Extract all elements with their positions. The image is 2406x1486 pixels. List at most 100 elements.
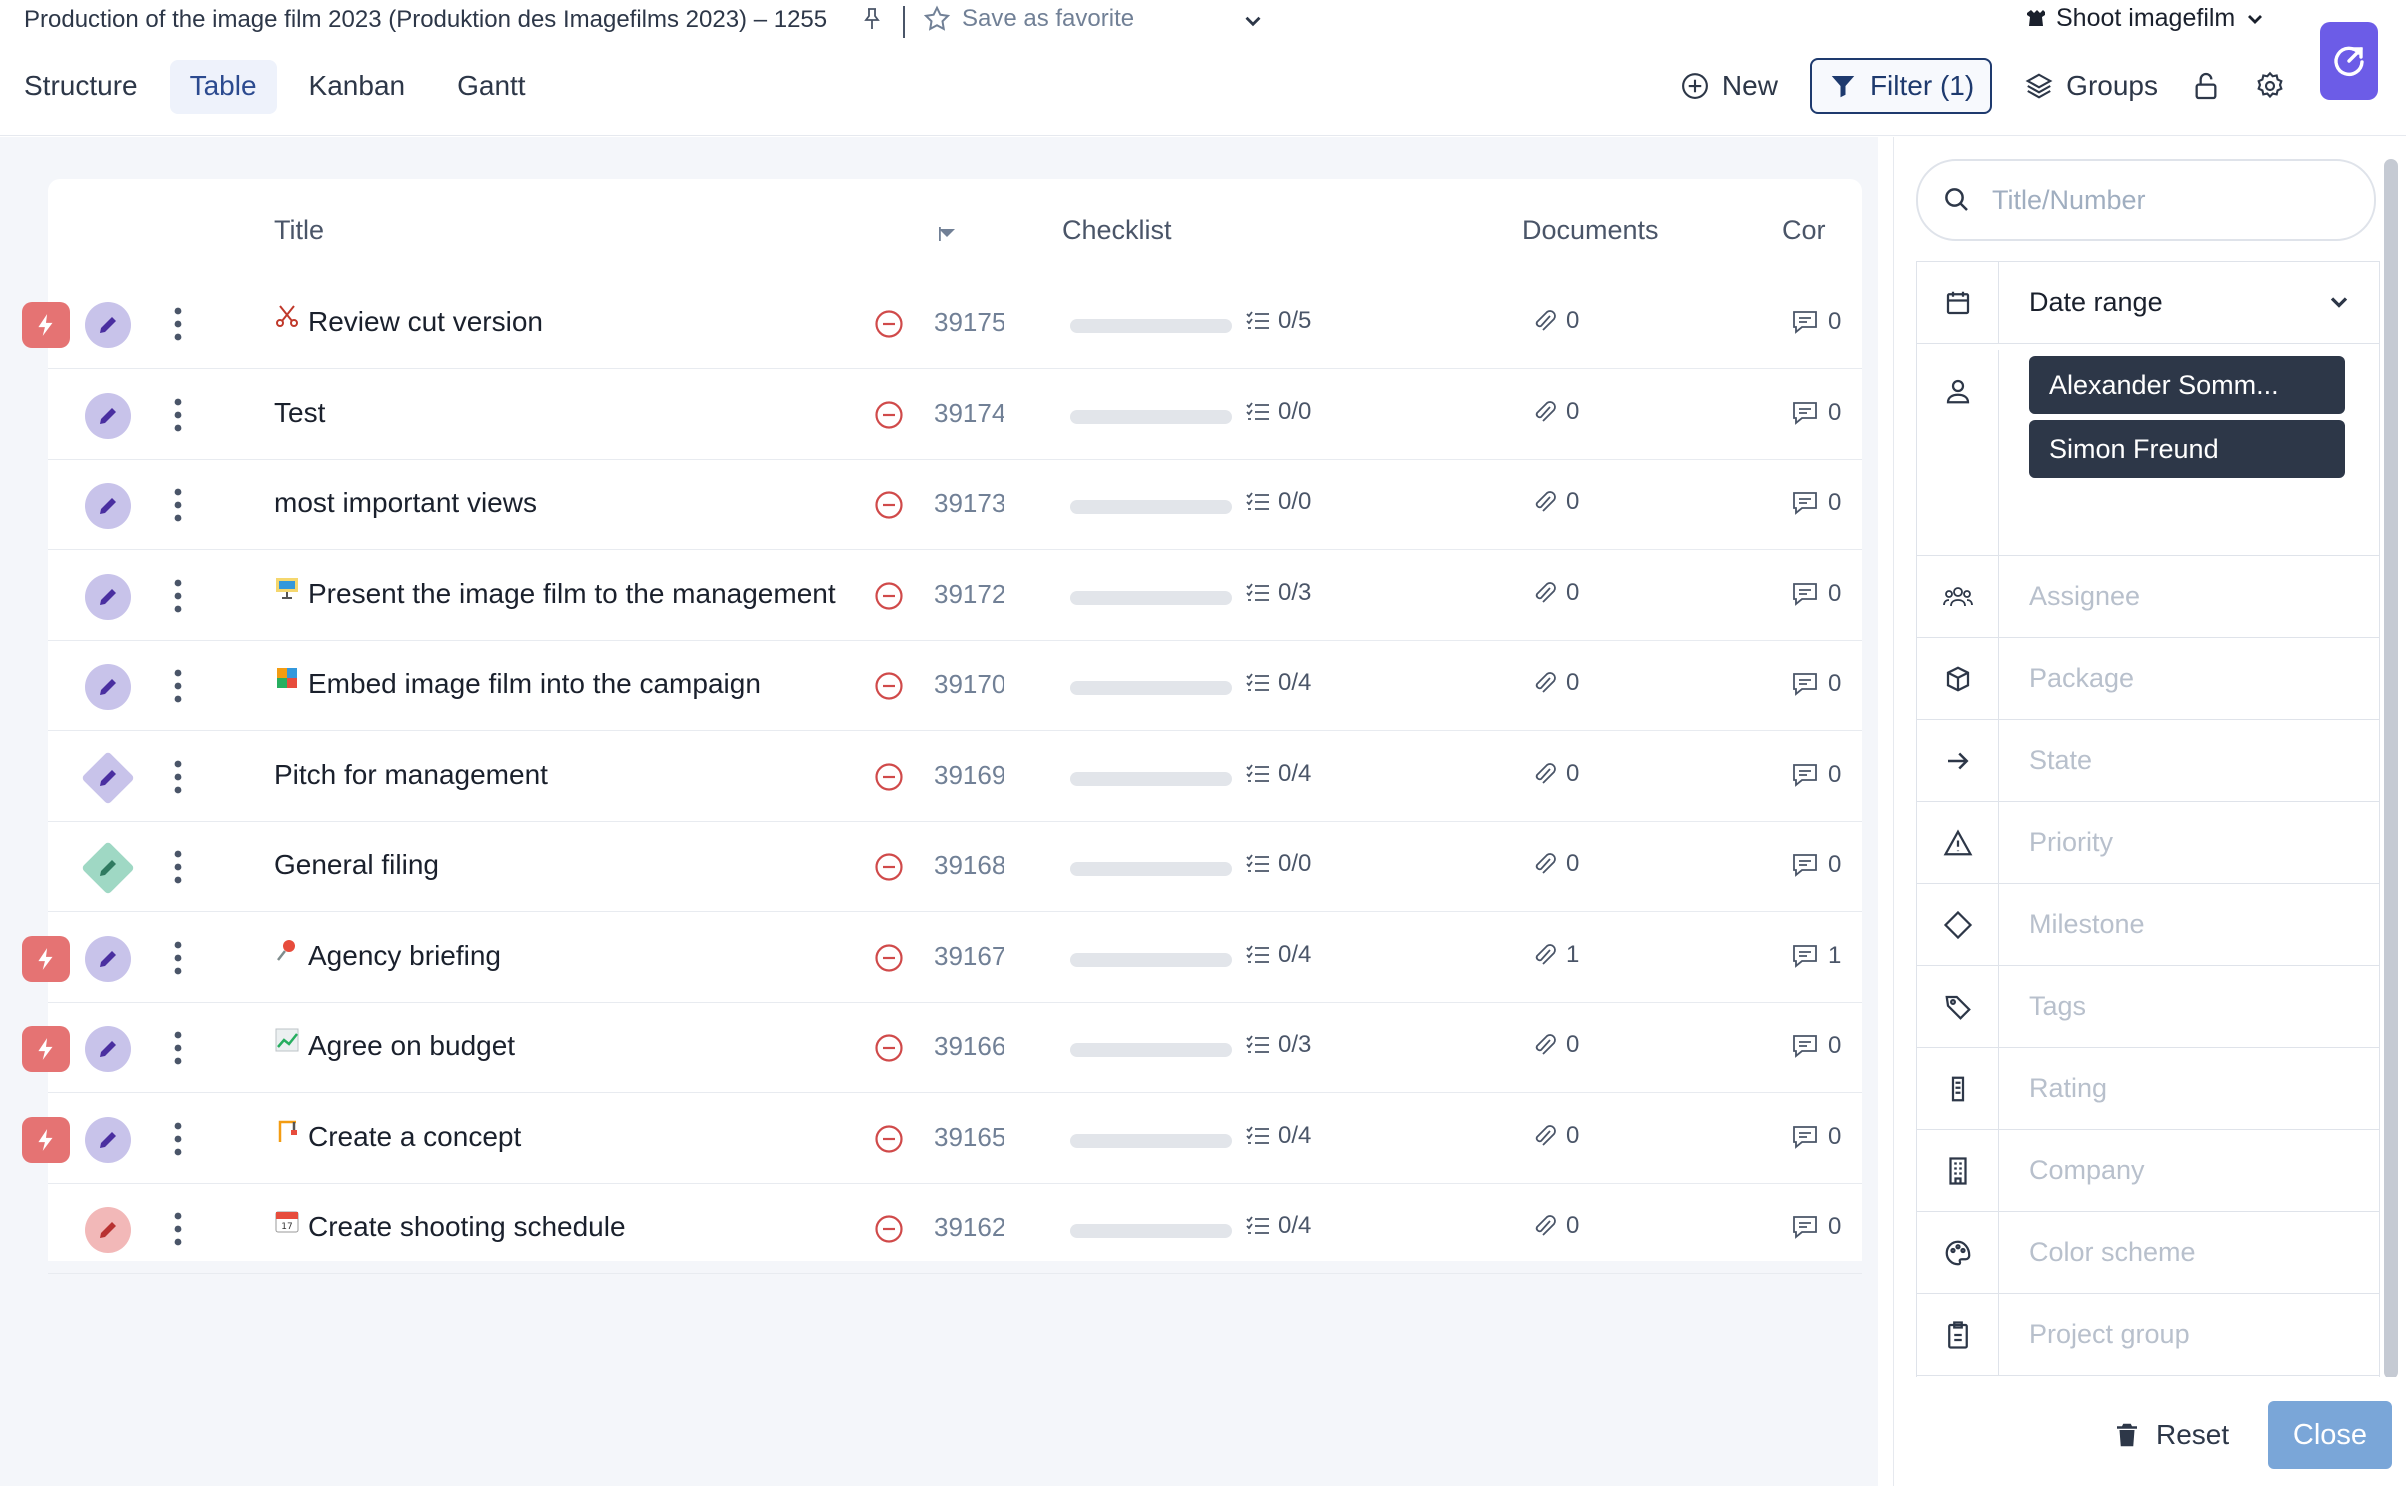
column-documents[interactable]: Documents [1522,215,1659,246]
pin-icon[interactable] [860,6,884,32]
task-type-icon[interactable] [85,1026,131,1072]
table-row[interactable]: 17 Create shooting schedule 39162 0/4 0 0 [48,1184,1862,1274]
sort-icon[interactable] [936,223,958,245]
kebab-menu-icon[interactable] [168,486,188,524]
documents-count[interactable]: 0 [1530,579,1579,607]
filter-milestone[interactable]: Milestone [1917,884,2379,966]
remove-circle-icon[interactable] [874,1033,904,1063]
table-row[interactable]: Agree on budget 39166 0/3 0 0 [22,1003,1862,1093]
remove-circle-icon[interactable] [874,762,904,792]
row-title[interactable]: Agency briefing [274,939,501,972]
comments-count[interactable]: 0 [1790,1031,1841,1061]
new-button[interactable]: New [1680,58,1778,114]
row-title[interactable]: Pitch for management [274,759,548,791]
filter-package[interactable]: Package [1917,638,2379,720]
kebab-menu-icon[interactable] [168,1120,188,1158]
filter-rating[interactable]: Rating [1917,1048,2379,1130]
documents-count[interactable]: 0 [1530,1031,1579,1059]
task-type-icon[interactable] [85,1207,131,1253]
milestone-type-icon[interactable] [81,841,135,895]
comments-count[interactable]: 0 [1790,850,1841,880]
table-row[interactable]: Agency briefing 39167 0/4 1 1 [22,913,1862,1003]
filter-priority[interactable]: Priority [1917,802,2379,884]
row-title[interactable]: most important views [274,487,537,519]
table-row[interactable]: General filing 39168 0/0 0 0 [48,822,1862,912]
remove-circle-icon[interactable] [874,581,904,611]
comments-count[interactable]: 0 [1790,760,1841,790]
filter-assignee[interactable]: Assignee [1917,556,2379,638]
task-type-icon[interactable] [85,935,131,982]
remove-circle-icon[interactable] [874,309,904,339]
documents-count[interactable]: 0 [1530,760,1579,788]
lock-button[interactable] [2190,58,2222,114]
task-type-icon[interactable] [85,483,131,529]
priority-badge[interactable] [22,1026,70,1072]
search-input[interactable] [1992,184,2352,216]
checklist-count[interactable]: 0/4 [1244,1122,1311,1150]
tab-structure[interactable]: Structure [0,60,158,114]
documents-count[interactable]: 0 [1530,398,1579,426]
table-row[interactable]: most important views 39173 0/0 0 0 [48,460,1862,550]
table-row[interactable]: Pitch for management 39169 0/4 0 0 [48,732,1862,822]
kebab-menu-icon[interactable] [168,848,188,886]
groups-button[interactable]: Groups [2024,58,2158,114]
table-row[interactable]: Review cut version 39175 0/5 0 0 [22,279,1862,369]
documents-count[interactable]: 0 [1530,307,1579,335]
user-chip[interactable]: Alexander Somm... [2029,356,2345,414]
checklist-count[interactable]: 0/4 [1244,1212,1311,1240]
row-title[interactable]: Embed image film into the campaign [274,668,761,700]
priority-badge[interactable] [22,935,70,982]
checklist-count[interactable]: 0/0 [1244,488,1311,516]
table-row[interactable]: Create a concept 39165 0/4 0 0 [22,1094,1862,1184]
tab-table[interactable]: Table [169,60,277,114]
checklist-count[interactable]: 0/3 [1244,579,1311,607]
kebab-menu-icon[interactable] [168,939,188,977]
comments-count[interactable]: 0 [1790,579,1841,609]
comments-count[interactable]: 0 [1790,488,1841,518]
app-logo[interactable] [2320,22,2378,100]
documents-count[interactable]: 0 [1530,1212,1579,1240]
documents-count[interactable]: 0 [1530,488,1579,516]
comments-count[interactable]: 0 [1790,669,1841,699]
priority-badge[interactable] [22,1116,70,1163]
project-switch[interactable]: Shoot imagefilm [2024,4,2267,33]
chevron-down-icon[interactable] [1240,8,1266,34]
filter-project-group[interactable]: Project group [1917,1294,2379,1376]
search-field[interactable] [1916,159,2376,241]
remove-circle-icon[interactable] [874,671,904,701]
column-comments[interactable]: Cor [1782,215,1826,246]
row-title[interactable]: General filing [274,849,439,881]
user-chip[interactable]: Simon Freund [2029,420,2345,478]
kebab-menu-icon[interactable] [168,758,188,796]
filter-button[interactable]: Filter (1) [1809,58,1993,114]
table-row[interactable]: Embed image film into the campaign 39170 0… [48,641,1862,731]
comments-count[interactable]: 0 [1790,307,1841,337]
remove-circle-icon[interactable] [874,1124,904,1154]
kebab-menu-icon[interactable] [168,1210,188,1248]
row-title[interactable]: Create a concept [274,1120,521,1153]
comments-count[interactable]: 0 [1790,398,1841,428]
kebab-menu-icon[interactable] [168,577,188,615]
comments-count[interactable]: 0 [1790,1212,1841,1242]
task-type-icon[interactable] [85,1116,131,1163]
milestone-type-icon[interactable] [81,750,135,805]
close-button[interactable]: Close [2268,1401,2392,1469]
filter-tags[interactable]: Tags [1917,966,2379,1048]
remove-circle-icon[interactable] [874,490,904,520]
table-row[interactable]: Test 39174 0/0 0 0 [48,370,1862,460]
row-title[interactable]: Test [274,397,325,429]
documents-count[interactable]: 1 [1530,941,1579,969]
row-title[interactable]: Present the image film to the management [274,577,836,610]
comments-count[interactable]: 1 [1790,941,1841,971]
row-title[interactable]: Agree on budget [274,1028,515,1062]
priority-badge[interactable] [22,302,70,348]
comments-count[interactable]: 0 [1790,1122,1841,1152]
table-row[interactable]: Present the image film to the management… [48,551,1862,641]
settings-button[interactable] [2254,58,2286,114]
checklist-count[interactable]: 0/5 [1244,307,1311,335]
documents-count[interactable]: 0 [1530,850,1579,878]
tab-kanban[interactable]: Kanban [289,60,426,114]
kebab-menu-icon[interactable] [168,1029,188,1067]
reset-button[interactable]: Reset [2112,1419,2229,1451]
task-type-icon[interactable] [85,392,131,439]
